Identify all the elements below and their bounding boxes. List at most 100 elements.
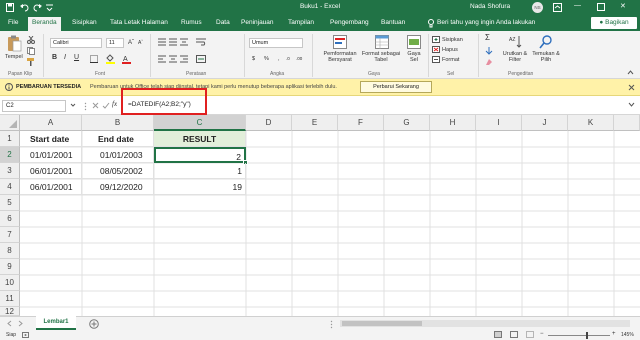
page-layout-view-icon[interactable] <box>510 331 518 340</box>
ribbon-display-icon[interactable] <box>553 3 562 14</box>
row-header-6[interactable]: 6 <box>0 211 20 227</box>
minimize-icon[interactable]: — <box>574 2 581 9</box>
clear-icon[interactable] <box>485 58 493 68</box>
cell-b3[interactable]: 08/05/2002 <box>82 163 154 179</box>
format-as-table-icon[interactable] <box>375 35 389 51</box>
row-header-3[interactable]: 3 <box>0 163 20 179</box>
row-header-8[interactable]: 8 <box>0 243 20 259</box>
horizontal-scrollbar[interactable] <box>340 320 630 327</box>
shrink-font-icon[interactable]: Aˇ <box>138 40 143 46</box>
font-name-select[interactable]: Calibri <box>50 38 102 48</box>
underline-icon[interactable]: U <box>74 54 79 61</box>
tab-page-layout[interactable]: Tata Letak Halaman <box>110 19 168 26</box>
column-header-j[interactable]: J <box>522 115 568 131</box>
conditional-formatting-label[interactable]: Pemformatan Bersyarat <box>320 51 360 63</box>
cell-c1[interactable]: RESULT <box>154 131 246 147</box>
expand-formula-bar-icon[interactable] <box>628 102 635 110</box>
cell-a4[interactable]: 06/01/2001 <box>20 179 82 195</box>
increase-decimal-icon[interactable]: .0 <box>286 56 290 62</box>
cell-styles-icon[interactable] <box>407 35 421 51</box>
paste-label[interactable]: Tempel <box>5 54 23 60</box>
zoom-slider-thumb[interactable] <box>586 332 588 339</box>
column-header-g[interactable]: G <box>384 115 430 131</box>
number-format-select[interactable]: Umum <box>249 38 303 48</box>
cell-a3[interactable]: 06/01/2001 <box>20 163 82 179</box>
currency-icon[interactable]: $ <box>252 56 255 62</box>
sheet-tab[interactable]: Lembar1 <box>36 316 76 330</box>
delete-cells-icon[interactable] <box>432 46 440 55</box>
zoom-level[interactable]: 145% <box>621 332 634 338</box>
row-header-11[interactable]: 11 <box>0 291 20 307</box>
cell-b2[interactable]: 01/01/2003 <box>82 147 154 163</box>
decrease-decimal-icon[interactable]: .00 <box>296 56 302 62</box>
user-name[interactable]: Nada Shofura <box>470 3 510 10</box>
page-break-view-icon[interactable] <box>526 331 534 340</box>
column-header-partial[interactable] <box>614 115 640 131</box>
align-text-icon[interactable] <box>158 55 188 65</box>
format-cells-icon[interactable] <box>432 56 440 65</box>
sort-filter-label[interactable]: Urutkan & Filter <box>498 51 532 63</box>
font-size-select[interactable]: 11 <box>106 38 124 48</box>
share-button[interactable]: ● Bagikan <box>591 17 637 29</box>
delete-label[interactable]: Hapus <box>442 47 458 53</box>
macro-record-icon[interactable] <box>22 332 29 340</box>
maximize-icon[interactable] <box>597 3 605 13</box>
zoom-out-icon[interactable]: − <box>540 331 544 337</box>
percent-icon[interactable]: % <box>264 56 269 62</box>
insert-label[interactable]: Sisipkan <box>442 37 463 43</box>
copy-icon[interactable] <box>27 47 35 57</box>
column-header-d[interactable]: D <box>246 115 292 131</box>
format-label[interactable]: Format <box>442 57 459 63</box>
row-header-9[interactable]: 9 <box>0 259 20 275</box>
column-header-i[interactable]: I <box>476 115 522 131</box>
cell-c2[interactable]: 2 <box>154 147 246 163</box>
row-header-12[interactable]: 12 <box>0 307 20 316</box>
tab-file[interactable]: File <box>8 19 18 26</box>
previous-sheet-icon[interactable] <box>6 320 12 329</box>
column-header-e[interactable]: E <box>292 115 338 131</box>
cell-b1[interactable]: End date <box>82 131 154 147</box>
tab-data[interactable]: Data <box>216 19 230 26</box>
zoom-slider[interactable] <box>548 332 610 339</box>
name-box[interactable]: C2 <box>2 100 66 112</box>
cell-b4[interactable]: 09/12/2020 <box>82 179 154 195</box>
row-header-2[interactable]: 2 <box>0 147 20 163</box>
row-header-1[interactable]: 1 <box>0 131 20 147</box>
row-header-4[interactable]: 4 <box>0 179 20 195</box>
row-header-5[interactable]: 5 <box>0 195 20 211</box>
update-now-button[interactable]: Perbarui Sekarang <box>360 81 432 93</box>
conditional-formatting-icon[interactable] <box>333 35 347 51</box>
zoom-in-icon[interactable]: + <box>612 331 616 337</box>
find-select-label[interactable]: Temukan & Pilih <box>530 51 562 63</box>
autosum-icon[interactable]: Σ <box>485 34 490 42</box>
row-header-7[interactable]: 7 <box>0 227 20 243</box>
italic-icon[interactable]: I <box>64 54 66 61</box>
tab-view[interactable]: Tampilan <box>288 19 314 26</box>
column-header-c[interactable]: C <box>154 115 246 131</box>
select-all-corner[interactable] <box>0 115 20 131</box>
cell-a1[interactable]: Start date <box>20 131 82 147</box>
cell-c3[interactable]: 1 <box>154 163 246 179</box>
tab-developer[interactable]: Pengembang <box>330 19 369 26</box>
insert-cells-icon[interactable] <box>432 36 440 45</box>
insert-function-icon[interactable]: fx <box>112 101 117 108</box>
merge-center-icon[interactable] <box>196 55 206 65</box>
cell-styles-label[interactable]: Gaya Sel <box>404 51 424 63</box>
tab-insert[interactable]: Sisipkan <box>72 19 97 26</box>
normal-view-icon[interactable] <box>494 331 502 340</box>
avatar[interactable]: NS <box>532 2 543 13</box>
find-select-icon[interactable] <box>539 35 553 51</box>
grow-font-icon[interactable]: Aˆ <box>128 40 134 46</box>
close-icon[interactable] <box>628 84 635 93</box>
close-icon[interactable]: ✕ <box>620 2 626 10</box>
tab-home[interactable]: Beranda <box>28 17 61 31</box>
fill-icon[interactable] <box>485 47 493 57</box>
format-as-table-label[interactable]: Format sebagai Tabel <box>361 51 401 63</box>
tab-help[interactable]: Bantuan <box>381 19 405 26</box>
cut-icon[interactable] <box>27 35 35 46</box>
top-align-icon[interactable] <box>158 38 188 48</box>
tab-review[interactable]: Peninjauan <box>241 19 274 26</box>
tell-me-search[interactable]: Beri tahu yang ingin Anda lakukan <box>437 19 535 26</box>
column-header-a[interactable]: A <box>20 115 82 131</box>
scrollbar-thumb[interactable] <box>342 321 422 326</box>
